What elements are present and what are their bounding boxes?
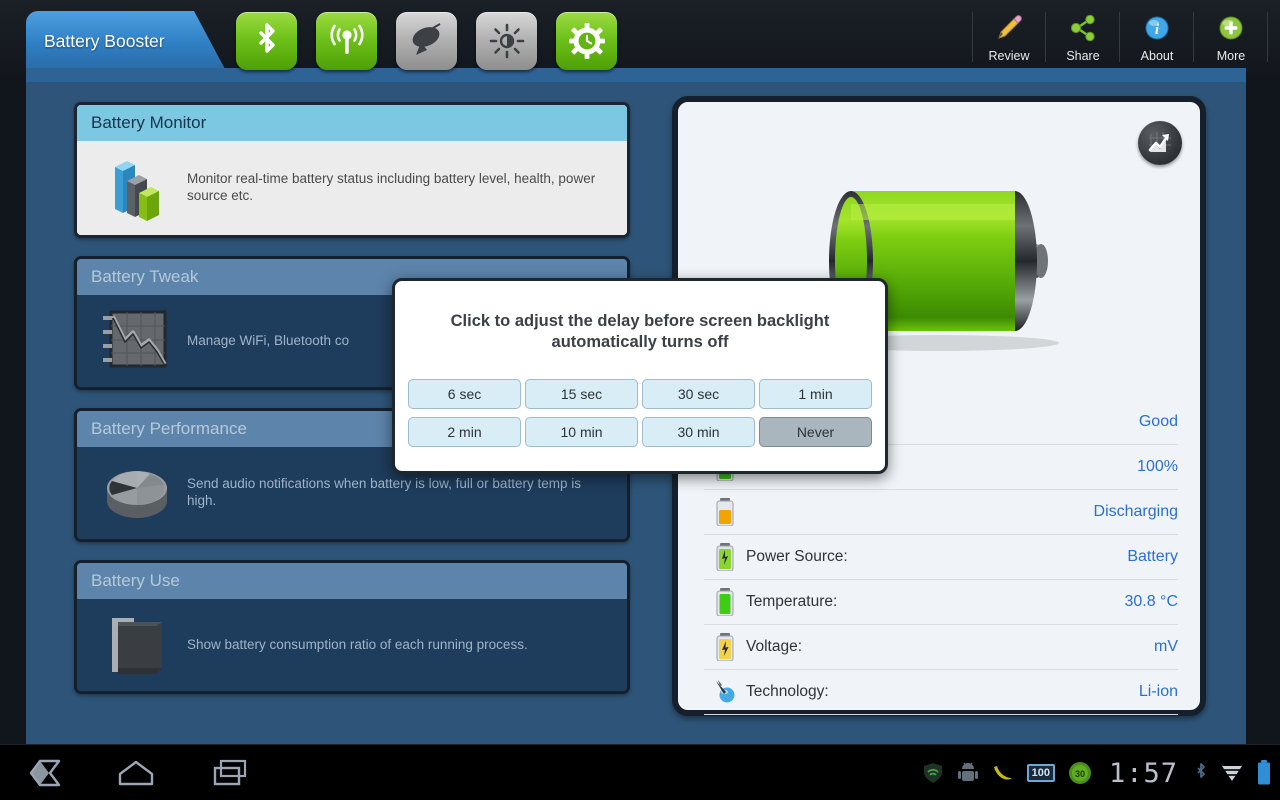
banana-icon bbox=[991, 762, 1015, 784]
row-value: 30.8 °C bbox=[1124, 593, 1178, 610]
row-label: Voltage: bbox=[746, 638, 803, 655]
table-row: Power Source: Battery bbox=[704, 535, 1178, 580]
table-row: Temperature: 30.8 °C bbox=[704, 580, 1178, 625]
option-30-min[interactable]: 30 min bbox=[642, 417, 755, 447]
bluetooth-status-icon bbox=[1194, 761, 1208, 785]
option-10-min[interactable]: 10 min bbox=[525, 417, 638, 447]
row-value: Discharging bbox=[1093, 503, 1178, 520]
svg-text:30: 30 bbox=[1075, 769, 1085, 779]
folder-icon bbox=[91, 610, 183, 680]
screen-timeout-dialog: Click to adjust the delay before screen … bbox=[392, 278, 888, 474]
action-review-label: Review bbox=[988, 49, 1030, 63]
card-battery-use[interactable]: Battery Use Show battery consumption rat… bbox=[74, 560, 630, 694]
action-more-label: More bbox=[1216, 49, 1246, 63]
toggle-brightness[interactable] bbox=[476, 12, 537, 70]
action-share-label: Share bbox=[1066, 49, 1100, 63]
pencil-icon bbox=[994, 10, 1024, 46]
home-icon[interactable] bbox=[110, 753, 162, 793]
pie-chart-3d-icon bbox=[91, 461, 183, 525]
action-about-label: About bbox=[1140, 49, 1174, 63]
wifi-icon bbox=[329, 24, 364, 54]
app-title: Battery Booster bbox=[44, 30, 165, 51]
tab-strip bbox=[26, 68, 1246, 82]
dialog-title: Click to adjust the delay before screen … bbox=[450, 312, 830, 352]
toggle-wifi[interactable] bbox=[316, 12, 377, 70]
android-robot-icon bbox=[957, 761, 979, 785]
toggle-screen-timeout[interactable] bbox=[556, 12, 617, 70]
bluetooth-icon bbox=[258, 23, 275, 53]
battery-percent-badge: 100 bbox=[1026, 764, 1055, 782]
action-review[interactable]: Review bbox=[972, 6, 1046, 63]
option-6-sec[interactable]: 6 sec bbox=[408, 379, 521, 409]
app-title-tab[interactable]: Battery Booster bbox=[26, 11, 226, 71]
status-icons: 100 30 1:57 bbox=[921, 745, 1272, 800]
brightness-icon bbox=[489, 23, 524, 59]
circle-badge-30: 30 bbox=[1067, 760, 1093, 786]
card-battery-monitor[interactable]: Battery Monitor Monitor real-time batter… bbox=[74, 102, 630, 238]
battery-status-icon bbox=[704, 498, 746, 526]
card-battery-monitor-title: Battery Monitor bbox=[77, 105, 627, 141]
shield-wifi-icon bbox=[921, 761, 945, 785]
card-battery-monitor-desc: Monitor real-time battery status includi… bbox=[187, 171, 596, 203]
line-chart-icon bbox=[91, 306, 183, 376]
card-battery-use-desc: Show battery consumption ratio of each r… bbox=[187, 636, 528, 652]
back-icon[interactable] bbox=[16, 753, 68, 793]
toggle-bluetooth[interactable] bbox=[236, 12, 297, 70]
plus-icon bbox=[1216, 10, 1246, 46]
bar-chart-3d-icon bbox=[91, 151, 183, 225]
row-label: Power Source: bbox=[746, 548, 848, 565]
status-clock: 1:57 bbox=[1108, 757, 1178, 789]
power-source-icon bbox=[704, 543, 746, 571]
battery-status-bar-icon bbox=[1256, 760, 1272, 786]
table-row: Discharging bbox=[704, 490, 1178, 535]
table-row: Technology: Li-ion bbox=[704, 670, 1178, 715]
device-screen: Battery Booster Review Share i About Mor… bbox=[0, 0, 1280, 800]
temperature-icon bbox=[704, 588, 746, 616]
card-battery-performance-desc: Send audio notifications when battery is… bbox=[187, 476, 581, 508]
action-about[interactable]: i About bbox=[1120, 6, 1194, 63]
option-2-min[interactable]: 2 min bbox=[408, 417, 521, 447]
row-value: Battery bbox=[1127, 548, 1178, 565]
satellite-dish-icon bbox=[412, 23, 440, 55]
row-label: Temperature: bbox=[746, 593, 838, 610]
row-value: Li-ion bbox=[1138, 683, 1178, 700]
card-battery-tweak-desc: Manage WiFi, Bluetooth co bbox=[187, 332, 350, 348]
share-icon bbox=[1068, 10, 1098, 46]
signal-icon bbox=[1220, 761, 1244, 785]
action-buttons: Review Share i About More bbox=[972, 6, 1268, 70]
action-bar: Battery Booster Review Share i About Mor… bbox=[0, 0, 1280, 82]
screen-timeout-icon bbox=[568, 23, 605, 59]
table-row: Voltage: mV bbox=[704, 625, 1178, 670]
row-value: 100% bbox=[1137, 458, 1178, 475]
voltage-icon bbox=[704, 633, 746, 661]
card-battery-use-title: Battery Use bbox=[77, 563, 627, 599]
recents-icon[interactable] bbox=[204, 753, 256, 793]
technology-icon bbox=[704, 678, 746, 706]
option-never[interactable]: Never bbox=[759, 417, 872, 447]
toggle-gps[interactable] bbox=[396, 12, 457, 70]
option-30-sec[interactable]: 30 sec bbox=[642, 379, 755, 409]
nav-buttons bbox=[16, 745, 256, 800]
action-more[interactable]: More bbox=[1194, 6, 1268, 63]
info-icon: i bbox=[1142, 10, 1172, 46]
row-label: Technology: bbox=[746, 683, 829, 700]
quick-toggles bbox=[236, 12, 617, 70]
option-15-sec[interactable]: 15 sec bbox=[525, 379, 638, 409]
option-1-min[interactable]: 1 min bbox=[759, 379, 872, 409]
system-navigation-bar: 100 30 1:57 bbox=[0, 744, 1280, 800]
action-share[interactable]: Share bbox=[1046, 6, 1120, 63]
row-value: Good bbox=[1138, 413, 1178, 430]
row-value: mV bbox=[1154, 638, 1178, 655]
dialog-options: 6 sec 15 sec 30 sec 1 min 2 min 10 min 3… bbox=[408, 379, 872, 447]
